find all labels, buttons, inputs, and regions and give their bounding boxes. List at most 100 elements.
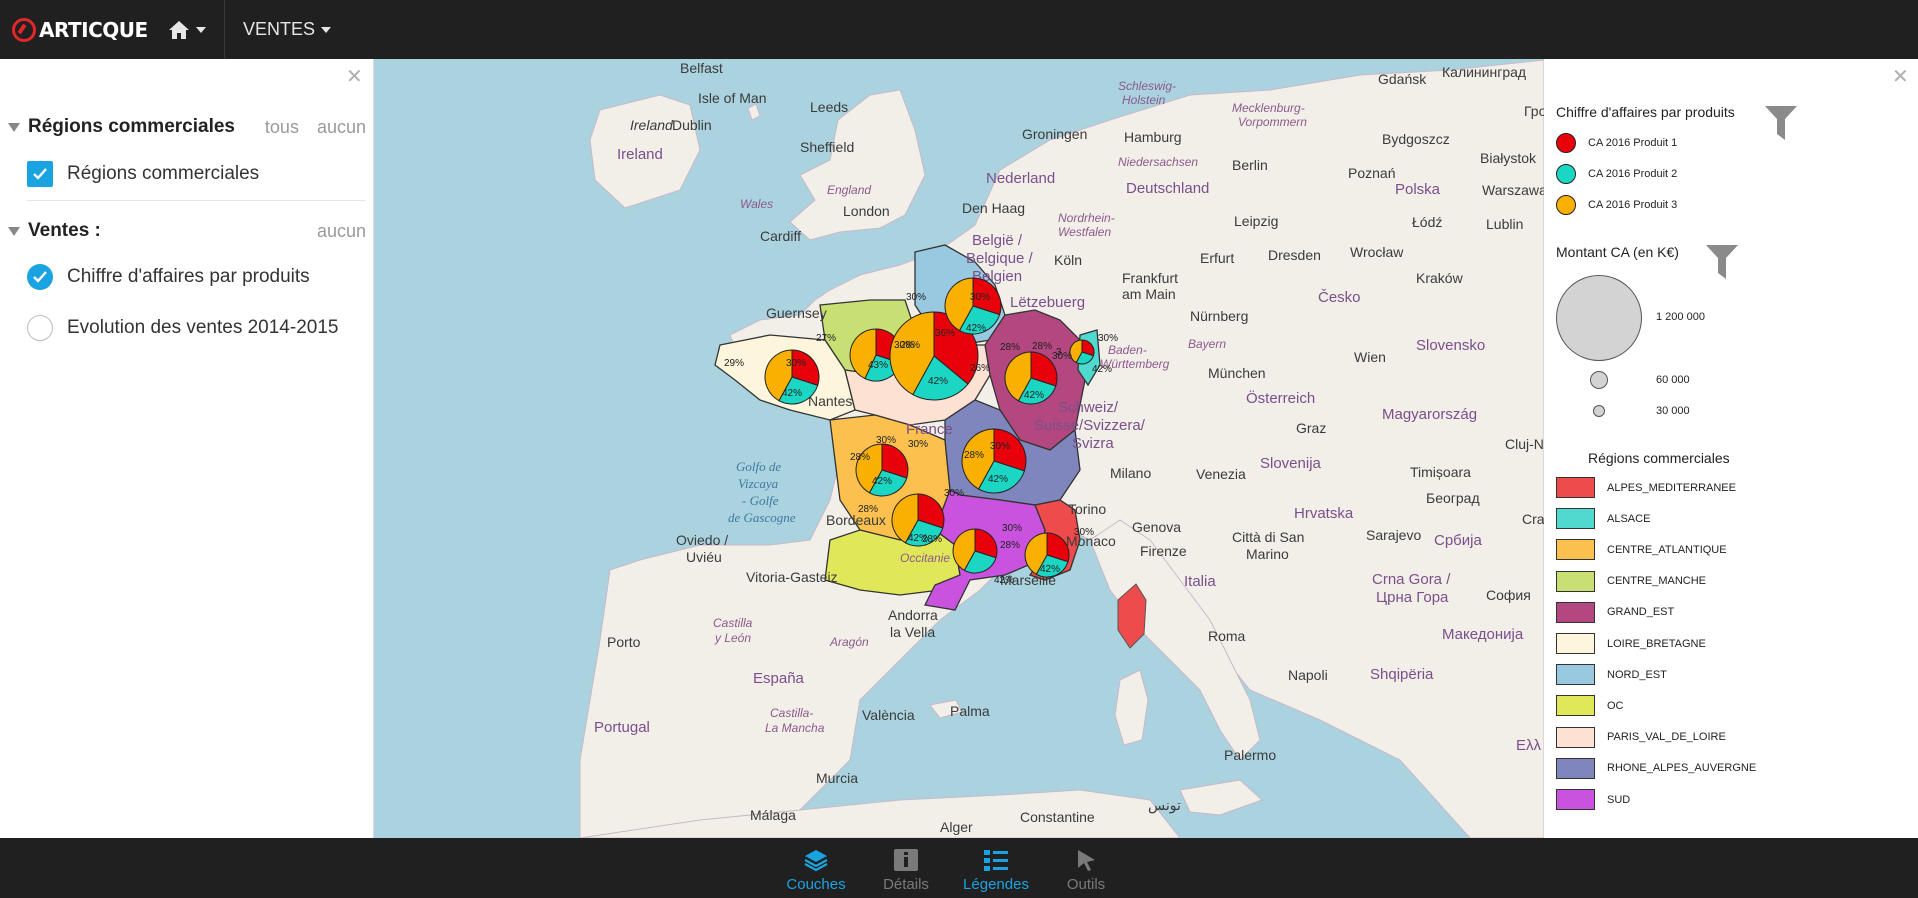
collapse-triangle-icon[interactable]	[8, 122, 20, 132]
legend-product-label: CA 2016 Produit 2	[1588, 168, 1678, 180]
tab-outils[interactable]: Outils	[1036, 838, 1136, 898]
svg-text:28%: 28%	[922, 534, 942, 545]
svg-text:Ελλ: Ελλ	[1516, 737, 1542, 754]
svg-text:Roma: Roma	[1208, 628, 1246, 644]
svg-text:Nantes: Nantes	[808, 393, 852, 409]
legend-swatch	[1556, 664, 1595, 686]
svg-text:Palermo: Palermo	[1224, 747, 1276, 763]
legend-region-label: PARIS_VAL_DE_LOIRE	[1607, 731, 1726, 744]
svg-text:Schweiz/: Schweiz/	[1058, 399, 1119, 416]
app-logo[interactable]: ARTICQUE	[0, 0, 160, 59]
legend-swatch	[1556, 633, 1595, 654]
legend-region-label: CENTRE_ATLANTIQUE	[1607, 543, 1727, 556]
home-menu-button[interactable]	[160, 0, 225, 59]
svg-text:Cra: Cra	[1522, 511, 1544, 527]
group-header-regions[interactable]: Régions commerciales tous aucun	[8, 116, 366, 138]
svg-text:España: España	[753, 670, 805, 687]
filter-funnel-icon[interactable]	[1765, 106, 1797, 140]
svg-text:Bayern: Bayern	[1188, 337, 1226, 351]
legend-region-item: NORD_EST	[1556, 664, 1667, 686]
svg-text:Constantine: Constantine	[1020, 809, 1095, 825]
svg-text:Palma: Palma	[950, 703, 990, 719]
svg-text:Ireland: Ireland	[630, 117, 674, 133]
svg-text:30%: 30%	[876, 435, 896, 446]
svg-text:30%: 30%	[970, 292, 990, 303]
svg-text:28%: 28%	[1000, 540, 1020, 551]
svg-text:Berlin: Berlin	[1232, 157, 1268, 173]
svg-text:Suisse/Svizzera/: Suisse/Svizzera/	[1034, 417, 1146, 434]
layer-label: Régions commerciales	[67, 163, 260, 184]
cursor-icon	[1078, 850, 1095, 871]
svg-text:Shqipëria: Shqipëria	[1370, 666, 1434, 683]
select-all-link[interactable]: tous	[265, 117, 299, 138]
ventes-menu-button[interactable]: VENTES	[225, 0, 349, 59]
layer-row-chiffre-affaires[interactable]: Chiffre d'affaires par produits	[27, 264, 310, 290]
logo-text: ARTICQUE	[39, 17, 148, 42]
layer-row-evolution-ventes[interactable]: Evolution des ventes 2014-2015	[27, 315, 338, 341]
legend-swatch	[1556, 695, 1595, 717]
filter-funnel-icon[interactable]	[1706, 245, 1738, 279]
legend-region-label: NORD_EST	[1607, 668, 1667, 681]
legend-region-item: SUD	[1556, 789, 1630, 810]
select-none-link[interactable]: aucun	[317, 117, 366, 138]
svg-text:- Golfe: - Golfe	[742, 493, 779, 508]
radio-unselected-icon[interactable]	[27, 315, 53, 341]
svg-text:Andorra: Andorra	[888, 607, 938, 623]
svg-text:Città di San: Città di San	[1232, 529, 1304, 545]
radio-selected-icon[interactable]	[27, 264, 53, 290]
map-canvas[interactable]: Belfast Isle of Man Leeds Ireland Dublin…	[374, 59, 1544, 838]
chevron-down-icon	[196, 26, 206, 33]
svg-text:Cluj-Na: Cluj-Na	[1505, 436, 1544, 452]
svg-text:Bydgoszcz: Bydgoszcz	[1382, 131, 1450, 147]
size-label: 1 200 000	[1656, 311, 1705, 323]
svg-text:Wales: Wales	[740, 197, 773, 211]
svg-text:28%: 28%	[858, 504, 878, 515]
tab-details[interactable]: Détails	[856, 838, 956, 898]
svg-text:28%: 28%	[900, 340, 920, 351]
collapse-triangle-icon[interactable]	[8, 226, 20, 236]
tab-legendes[interactable]: Légendes	[946, 838, 1046, 898]
svg-text:Isle of Man: Isle of Man	[698, 90, 766, 106]
close-legend-panel-icon[interactable]: ✕	[1892, 67, 1909, 87]
svg-text:France: France	[906, 421, 953, 438]
svg-text:Nordrhein-: Nordrhein-	[1058, 211, 1115, 225]
close-layers-panel-icon[interactable]: ✕	[346, 67, 363, 87]
top-bar: ARTICQUE VENTES	[0, 0, 1918, 59]
svg-text:30%: 30%	[786, 358, 806, 369]
svg-text:Groningen: Groningen	[1022, 126, 1087, 142]
layer-row-regions[interactable]: Régions commerciales	[27, 161, 259, 187]
svg-text:Poznań: Poznań	[1348, 165, 1395, 181]
svg-text:Vizcaya: Vizcaya	[738, 476, 779, 491]
svg-text:Belfast: Belfast	[680, 60, 723, 76]
pie-sud[interactable]	[952, 528, 998, 574]
pie-alsace[interactable]	[1069, 339, 1095, 365]
legend-product-1: CA 2016 Produit 1	[1556, 133, 1677, 153]
select-none-link[interactable]: aucun	[317, 221, 366, 242]
svg-text:Leipzig: Leipzig	[1234, 213, 1278, 229]
svg-text:28%: 28%	[964, 450, 984, 461]
chevron-down-icon	[321, 26, 332, 33]
svg-text:Deutschland: Deutschland	[1126, 180, 1209, 197]
svg-text:Málaga: Málaga	[750, 807, 796, 823]
checkbox-checked-icon[interactable]	[27, 161, 53, 187]
group-header-ventes[interactable]: Ventes : aucun	[8, 220, 366, 242]
svg-text:Leeds: Leeds	[810, 99, 848, 115]
svg-text:42%: 42%	[988, 474, 1008, 485]
home-icon	[169, 20, 189, 39]
svg-text:30%: 30%	[944, 488, 964, 499]
svg-text:Timișoara: Timișoara	[1410, 464, 1471, 480]
tab-couches[interactable]: Couches	[766, 838, 866, 898]
svg-text:30%: 30%	[990, 441, 1010, 452]
svg-text:Firenze: Firenze	[1140, 543, 1187, 559]
legend-panel: ✕ Chiffre d'affaires par produits CA 201…	[1544, 59, 1918, 838]
svg-text:42%: 42%	[782, 388, 802, 399]
divider	[27, 200, 366, 201]
legend-swatch	[1556, 477, 1595, 498]
svg-text:تونس: تونس	[1148, 797, 1181, 814]
svg-text:België /: België /	[972, 232, 1023, 249]
svg-text:Nürnberg: Nürnberg	[1190, 308, 1248, 324]
svg-text:Castilla-: Castilla-	[770, 706, 813, 720]
map-view[interactable]: Belfast Isle of Man Leeds Ireland Dublin…	[374, 59, 1544, 838]
svg-text:Castilla: Castilla	[713, 616, 753, 630]
svg-text:Калининград: Калининград	[1442, 64, 1526, 80]
